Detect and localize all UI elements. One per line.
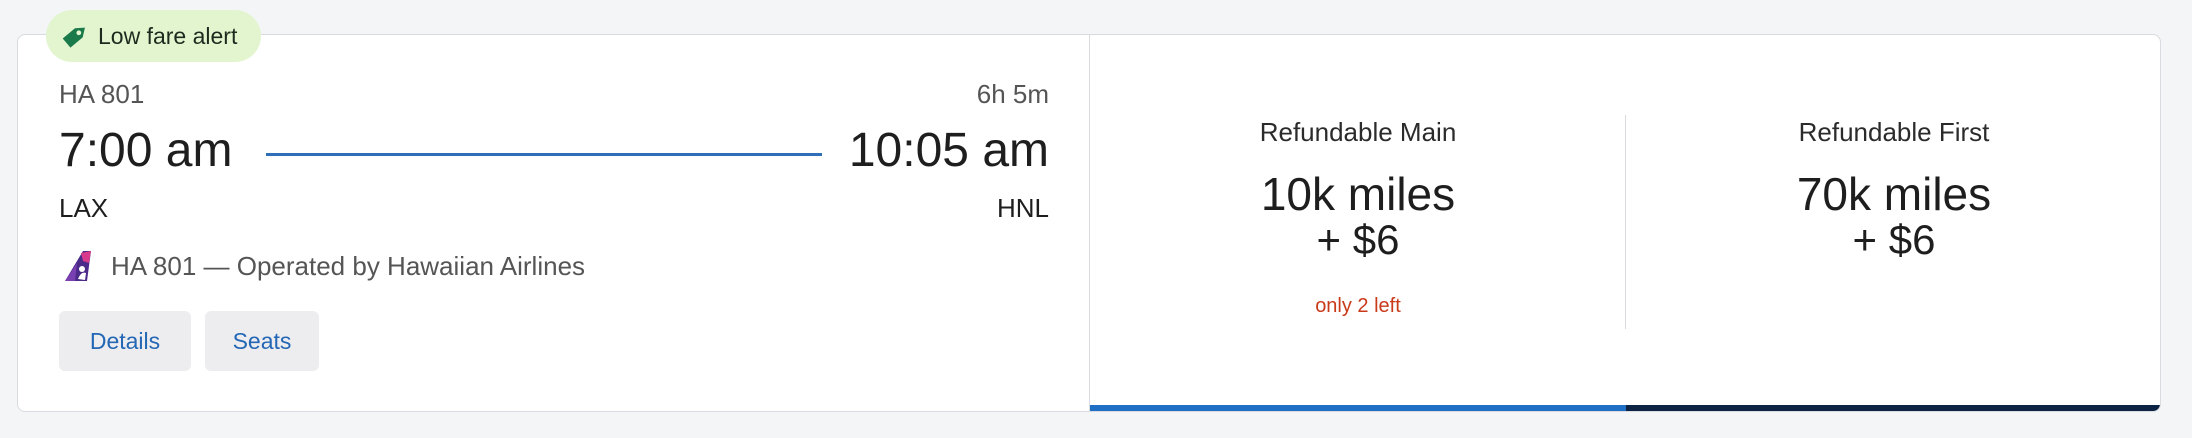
hawaiian-airlines-logo	[65, 251, 91, 281]
seats-left-note: only 2 left	[1315, 295, 1401, 317]
fare-name: Refundable Main	[1259, 117, 1457, 147]
fare-cash: + $6	[1316, 216, 1400, 263]
details-button[interactable]: Details	[59, 311, 191, 371]
flight-info-pane: HA 801 6h 5m 7:00 am 10:05 am LAX HNL HA…	[18, 35, 1090, 411]
route-line	[266, 153, 822, 156]
flight-number: HA 801	[59, 79, 145, 109]
operator-info: HA 801 — Operated by Hawaiian Airlines	[59, 249, 585, 283]
arrival-airport: HNL	[996, 193, 1049, 223]
flight-duration: 6h 5m	[976, 79, 1049, 109]
seats-button[interactable]: Seats	[205, 311, 319, 371]
operator-text: HA 801 — Operated by Hawaiian Airlines	[111, 250, 586, 281]
fare-miles: 10k miles	[1260, 168, 1456, 220]
departure-airport: LAX	[59, 193, 109, 223]
arrival-time: 10:05 am	[848, 124, 1049, 177]
fare-miles: 70k miles	[1796, 168, 1992, 220]
fare-cash: + $6	[1852, 216, 1936, 263]
tag-icon	[58, 19, 92, 53]
fare-bar-main	[1090, 405, 1626, 411]
fare-option-refundable-main[interactable]: Refundable Main 10k miles + $6 only 2 le…	[1090, 35, 1626, 411]
flight-result-card: HA 801 6h 5m 7:00 am 10:05 am LAX HNL HA…	[17, 34, 2161, 412]
fare-name: Refundable First	[1798, 117, 1990, 147]
fare-option-refundable-first[interactable]: Refundable First 70k miles + $6	[1626, 35, 2160, 411]
alert-label: Low fare alert	[98, 22, 238, 49]
low-fare-alert-badge: Low fare alert	[46, 10, 262, 62]
departure-time: 7:00 am	[59, 124, 233, 177]
fare-bar-first	[1626, 405, 2160, 411]
